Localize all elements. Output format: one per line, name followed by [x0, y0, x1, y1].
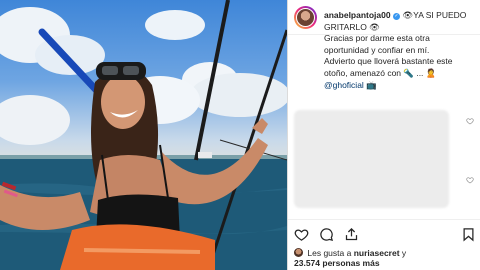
beach-selfie-image [0, 0, 287, 270]
likes-prefix: Les gusta a [307, 248, 352, 258]
post-photo[interactable] [0, 0, 287, 270]
likes-count-suffix[interactable]: personas más [322, 258, 379, 268]
mention-link[interactable]: @ghoficial [324, 80, 364, 90]
caption-line-4: oportunidad y confiar en mí. [324, 44, 430, 55]
avatar[interactable] [296, 8, 315, 27]
comment-like-heart-icon[interactable] [466, 176, 474, 184]
likes-count[interactable]: 23.574 [294, 258, 320, 268]
caption-line-1: 👁YA SI PUEDO [402, 10, 467, 20]
mention-suffix: 📺 [366, 79, 377, 90]
story-ring[interactable] [294, 6, 317, 29]
comment-like-heart-icon[interactable] [466, 117, 474, 125]
post-caption: anabelpantoja00 ✓ 👁YA SI PUEDO GRITARLO … [324, 10, 476, 91]
caption-line-2: GRITARLO 👁 [324, 21, 380, 32]
liker-username-link[interactable]: nuriasecret [354, 248, 400, 258]
username-link[interactable]: anabelpantoja00 [324, 10, 391, 20]
verified-badge-icon: ✓ [392, 13, 400, 20]
likes-summary: Les gusta a nuriasecret y 23.574 persona… [294, 248, 479, 268]
heart-icon[interactable] [294, 227, 309, 242]
caption-line-5: Advierto que lloverá bastante este [324, 56, 453, 67]
share-icon[interactable] [344, 227, 359, 242]
bookmark-icon[interactable] [461, 227, 476, 242]
caption-line-6: otoño, amenazó con 🔦 ... 🙎 [324, 67, 437, 78]
blurred-comments [294, 110, 449, 208]
likes-conjunction: y [401, 248, 407, 258]
post-side-panel: anabelpantoja00 ✓ 👁YA SI PUEDO GRITARLO … [287, 0, 480, 270]
caption-line-3: Gracias por darme esta otra [324, 33, 430, 44]
post-action-bar [288, 219, 480, 250]
comment-icon[interactable] [319, 227, 334, 242]
liker-avatar[interactable] [294, 248, 303, 257]
